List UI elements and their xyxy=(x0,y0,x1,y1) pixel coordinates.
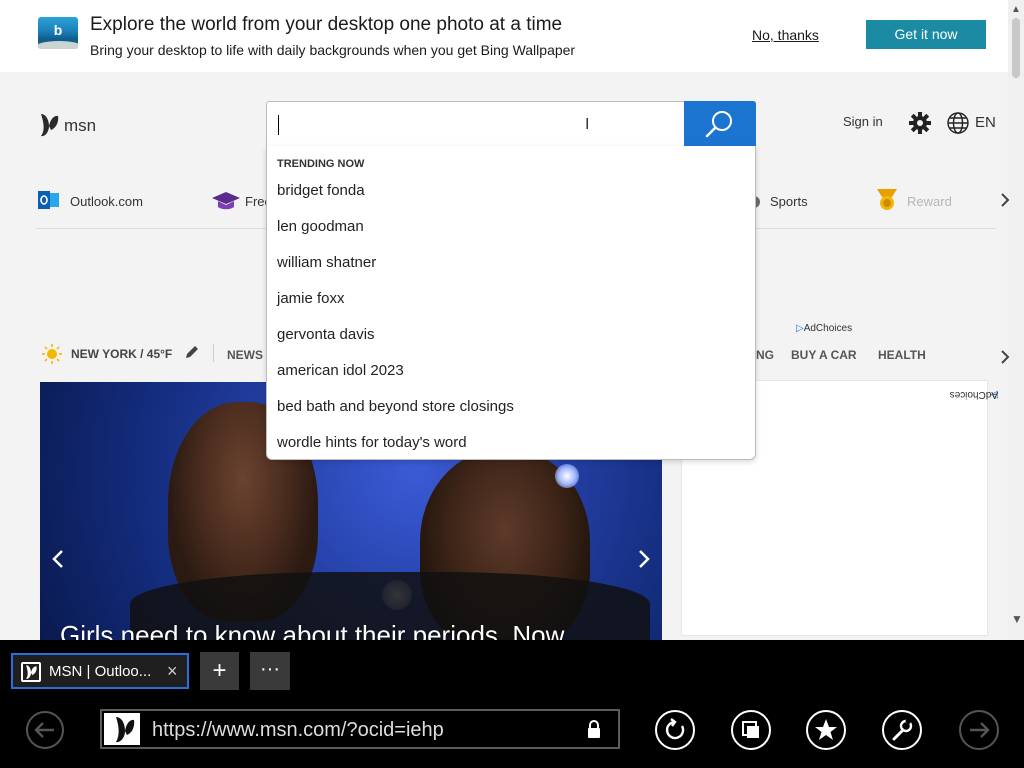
msn-butterfly-icon[interactable] xyxy=(38,112,60,138)
search-icon xyxy=(705,111,732,138)
hero-next-icon[interactable] xyxy=(636,548,652,570)
text-caret xyxy=(278,115,279,135)
trending-now-heading: TRENDING NOW xyxy=(277,158,365,170)
site-icon xyxy=(104,713,140,745)
tab-title: MSN | Outloo... xyxy=(49,663,152,680)
quick-link-label: Reward xyxy=(907,194,952,209)
get-it-now-button[interactable]: Get it now xyxy=(866,20,986,49)
nav-buy-a-car[interactable]: BUY A CAR xyxy=(791,348,857,362)
suggestion-item[interactable]: wordle hints for today's word xyxy=(277,434,467,451)
lock-icon[interactable] xyxy=(586,719,602,739)
address-url[interactable]: https://www.msn.com/?ocid=iehp xyxy=(152,719,444,742)
tabs-button[interactable] xyxy=(730,709,772,751)
ibeam-cursor-icon: I xyxy=(585,116,590,133)
sun-icon xyxy=(42,344,62,364)
adchoices-text: AdChoices xyxy=(803,323,853,334)
hero-prev-icon[interactable] xyxy=(50,548,66,570)
bing-wallpaper-banner: b Explore the world from your desktop on… xyxy=(0,0,1008,72)
suggestion-item[interactable]: american idol 2023 xyxy=(277,362,404,379)
suggestion-item[interactable]: bed bath and beyond store closings xyxy=(277,398,514,415)
pencil-icon[interactable] xyxy=(184,344,200,360)
search-input[interactable] xyxy=(277,108,677,142)
quick-link-label: Sports xyxy=(770,194,808,209)
globe-icon[interactable] xyxy=(946,111,970,135)
suggestion-item[interactable]: len goodman xyxy=(277,218,364,235)
bing-wallpaper-icon: b xyxy=(38,17,78,49)
hero-headline[interactable]: Girls need to know about their periods. … xyxy=(60,620,564,640)
suggestion-item[interactable]: bridget fonda xyxy=(277,182,365,199)
favorites-button[interactable] xyxy=(805,709,847,751)
scroll-down-icon[interactable]: ▼ xyxy=(1011,612,1023,626)
msn-logo-text[interactable]: msn xyxy=(64,116,96,136)
search-box[interactable]: I xyxy=(266,101,756,147)
browser-tab[interactable]: MSN | Outloo... × xyxy=(11,653,189,689)
quick-links-next-icon[interactable] xyxy=(999,192,1011,208)
search-suggestions-dropdown: TRENDING NOW bridget fonda len goodman w… xyxy=(266,146,756,460)
new-tab-button[interactable]: + xyxy=(200,652,239,690)
back-button[interactable] xyxy=(25,710,65,750)
sign-in-link[interactable]: Sign in xyxy=(843,114,883,129)
nav-news[interactable]: NEWS xyxy=(227,348,263,362)
suggestion-item[interactable]: jamie foxx xyxy=(277,290,345,307)
nav-partial[interactable]: NG xyxy=(756,348,774,362)
gear-icon[interactable] xyxy=(908,111,932,135)
msn-tab-icon xyxy=(21,662,41,682)
search-button[interactable] xyxy=(684,101,756,147)
scroll-up-icon[interactable]: ▲ xyxy=(1011,4,1021,15)
hero-image-light xyxy=(555,464,579,488)
vertical-scrollbar[interactable]: ▲ ▼ xyxy=(1008,0,1024,640)
adchoices-vertical-label[interactable]: ▷ AdChoices xyxy=(950,388,1000,448)
graduation-cap-icon xyxy=(212,192,240,210)
tab-close-button[interactable]: × xyxy=(167,661,178,682)
scroll-thumb[interactable] xyxy=(1012,18,1020,78)
quick-link-label: Outlook.com xyxy=(70,194,143,209)
banner-title: Explore the world from your desktop one … xyxy=(90,14,563,35)
adchoices-label[interactable]: ▷AdChoices xyxy=(796,323,852,334)
tab-menu-button[interactable]: ··· xyxy=(250,652,290,690)
address-bar[interactable]: https://www.msn.com/?ocid=iehp xyxy=(100,709,620,749)
browser-chrome: MSN | Outloo... × + ··· https://www.msn.… xyxy=(0,640,1024,768)
nav-next-icon[interactable] xyxy=(998,348,1012,366)
banner-subtitle: Bring your desktop to life with daily ba… xyxy=(90,42,576,58)
tools-button[interactable] xyxy=(881,709,923,751)
language-selector[interactable]: EN xyxy=(975,114,996,131)
no-thanks-link[interactable]: No, thanks xyxy=(752,27,819,43)
outlook-icon xyxy=(38,191,59,209)
forward-button[interactable] xyxy=(958,709,1000,751)
weather-location[interactable]: NEW YORK / 45°F xyxy=(71,347,172,361)
refresh-button[interactable] xyxy=(654,709,696,751)
suggestion-item[interactable]: gervonta davis xyxy=(277,326,375,343)
suggestion-item[interactable]: william shatner xyxy=(277,254,376,271)
rewards-medal-icon xyxy=(877,189,897,210)
nav-separator xyxy=(213,344,214,362)
nav-health[interactable]: HEALTH xyxy=(878,348,926,362)
